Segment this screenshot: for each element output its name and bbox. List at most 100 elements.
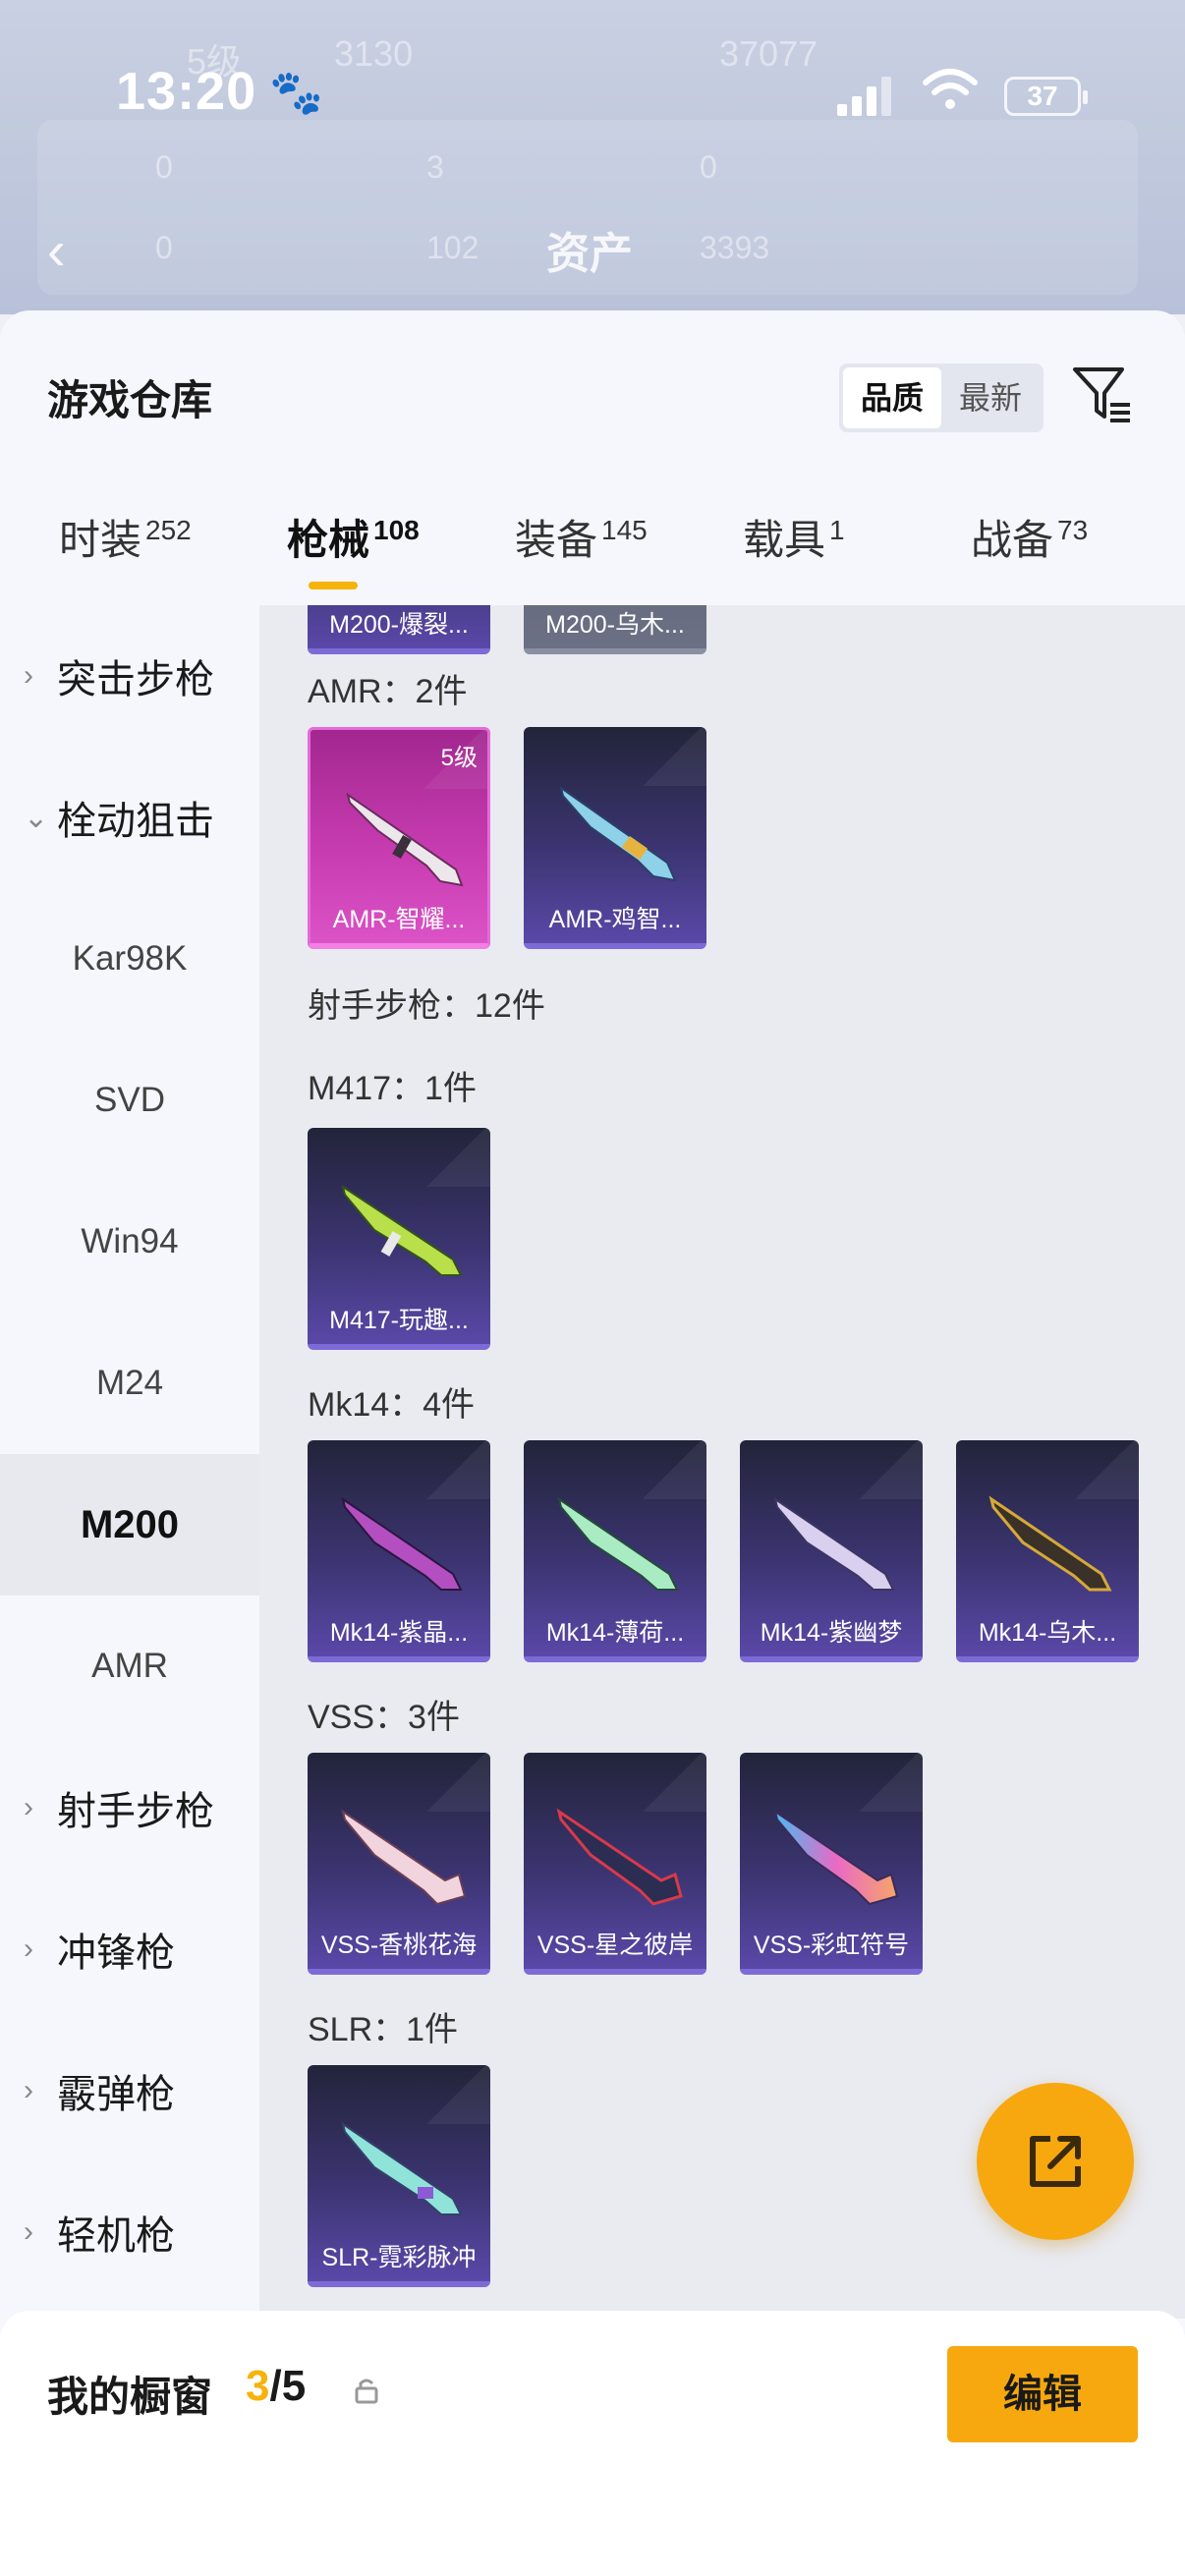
gun-icon (557, 1496, 679, 1591)
section-label-vss: VSS：3件 (308, 1699, 460, 1736)
weapon-card[interactable]: Mk14-乌木... (956, 1440, 1139, 1662)
chevron-right-icon: › (24, 1932, 33, 1965)
weapon-card-name: M417-玩趣... (329, 1307, 469, 1334)
share-icon (1030, 2136, 1081, 2187)
active-tab-indicator (309, 582, 358, 589)
weapon-card[interactable]: AMR-鸡智... (524, 727, 706, 949)
ghost-text: 102 (426, 230, 480, 265)
weapon-card-name: VSS-香桃花海 (320, 1932, 478, 1959)
showcase-total: /5 (269, 2362, 307, 2410)
chevron-down-icon: ⌄ (24, 801, 49, 834)
sidebar-item-label: 轻机枪 (57, 2214, 175, 2258)
weapon-card[interactable]: Mk14-紫晶... (308, 1440, 490, 1662)
category-tabs: 时装 252 枪械 108 装备 145 载具 1 战备 73 (0, 497, 1185, 605)
weapon-card-name: VSS-星之彼岸 (536, 1932, 694, 1959)
showcase-label: 我的橱窗 (47, 2374, 213, 2420)
sidebar-item-win94[interactable]: Win94 (0, 1171, 259, 1313)
ghost-text: 3130 (334, 33, 414, 74)
sidebar-item-m24[interactable]: M24 (0, 1313, 259, 1454)
gun-icon (988, 1495, 1112, 1592)
gun-icon (559, 785, 677, 882)
tab-label: 装备 (515, 517, 598, 563)
sidebar-item-assault-rifle[interactable]: › 突击步枪 (0, 605, 259, 747)
weapon-grid: M200-爆裂... M200-乌木... AMR：2件 5级 AMR-智耀..… (259, 605, 1185, 2319)
sidebar-item-svd[interactable]: SVD (0, 1030, 259, 1171)
gun-icon (341, 1809, 467, 1906)
sidebar-item-marksman-rifle[interactable]: › 射手步枪 (0, 1737, 259, 1878)
tab-label: 载具 (743, 517, 826, 563)
ghost-text: 3393 (700, 230, 770, 265)
weapon-card[interactable]: M200-爆裂... (308, 605, 490, 654)
sidebar-item-kar98k[interactable]: Kar98K (0, 888, 259, 1030)
tab-count: 145 (601, 515, 648, 545)
weapon-card[interactable]: Mk14-紫幽梦 (740, 1440, 923, 1662)
warehouse-sheet: 游戏仓库 品质 最新 时装 252 枪械 108 装备 145 载具 1 战备 73 › … (0, 310, 1185, 2576)
weapon-card-name: Mk14-紫晶... (329, 1619, 469, 1647)
sidebar-item-amr[interactable]: AMR (0, 1596, 259, 1737)
chevron-right-icon: › (24, 1791, 33, 1823)
showcase-bar: 我的橱窗 3/5 编辑 (0, 2311, 1185, 2576)
weapon-card-name: Mk14-乌木... (978, 1619, 1117, 1647)
weapon-card[interactable]: VSS-彩虹符号 (740, 1753, 923, 1975)
filter-icon[interactable] (1071, 364, 1134, 426)
weapon-type-sidebar: › 突击步枪 ⌄ 栓动狙击 Kar98K SVD Win94 M24 M200 … (0, 605, 259, 2319)
lock-icon (355, 2379, 378, 2404)
gun-icon (773, 1809, 899, 1906)
weapon-card[interactable]: VSS-香桃花海 (308, 1753, 490, 1975)
sidebar-item-label: 突击步枪 (57, 658, 214, 701)
tab-vehicles[interactable]: 载具 1 (743, 507, 845, 615)
weapon-card-name: Mk14-紫幽梦 (760, 1619, 903, 1647)
tab-fashion[interactable]: 时装 252 (59, 507, 192, 615)
weapon-card-name: M200-乌木... (545, 611, 685, 639)
section-label-mk14: Mk14：4件 (308, 1386, 476, 1424)
gun-icon (341, 2121, 463, 2215)
back-icon[interactable]: ‹ (47, 218, 66, 282)
sidebar-item-bolt-sniper[interactable]: ⌄ 栓动狙击 (0, 747, 259, 888)
tab-combat-gear[interactable]: 战备 73 (971, 507, 1088, 615)
ghost-text: 37077 (719, 33, 818, 74)
tab-count: 108 (373, 515, 420, 545)
weapon-card[interactable]: SLR-霓彩脉冲 (308, 2065, 490, 2287)
sidebar-item-shotgun[interactable]: › 霰弹枪 (0, 2020, 259, 2161)
ghost-text: 0 (700, 149, 717, 185)
sidebar-item-label: 射手步枪 (57, 1790, 214, 1833)
tab-firearms[interactable]: 枪械 108 (287, 507, 420, 615)
weapon-card-name: AMR-智耀... (332, 906, 466, 933)
tab-label: 时装 (59, 517, 142, 563)
weapon-card-name: SLR-霓彩脉冲 (321, 2244, 477, 2271)
edit-button[interactable]: 编辑 (947, 2346, 1138, 2442)
gun-icon (341, 1496, 463, 1591)
tab-label: 枪械 (287, 517, 370, 563)
weapon-card[interactable]: M417-玩趣... (308, 1128, 490, 1350)
battery-indicator: 37 (1004, 77, 1088, 116)
weapon-card[interactable]: Mk14-薄荷... (524, 1440, 706, 1662)
sidebar-item-smg[interactable]: › 冲锋枪 (0, 1878, 259, 2020)
sidebar-item-label: 霰弹枪 (57, 2073, 175, 2116)
weapon-card-name: AMR-鸡智... (548, 906, 682, 933)
sidebar-item-label: 冲锋枪 (57, 1932, 175, 1975)
background-header: 5级 3130 37077 13:20 🐾 37 0 3 0 0 102 339… (0, 0, 1185, 314)
gun-icon (341, 1184, 463, 1276)
signal-icon (837, 77, 892, 116)
paw-icon: 🐾 (269, 69, 323, 117)
weapon-card[interactable]: VSS-星之彼岸 (524, 1753, 706, 1975)
gun-icon (346, 792, 464, 887)
showcase-count: 3/5 (246, 2362, 306, 2411)
share-button[interactable] (977, 2083, 1134, 2240)
sort-toggle: 品质 最新 (839, 364, 1044, 432)
section-label-amr: AMR：2件 (308, 673, 468, 710)
sidebar-item-lmg[interactable]: › 轻机枪 (0, 2161, 259, 2303)
weapon-card-name: VSS-彩虹符号 (753, 1932, 910, 1959)
tab-equipment[interactable]: 装备 145 (515, 507, 648, 615)
sort-option-newest[interactable]: 最新 (941, 367, 1040, 428)
showcase-current: 3 (246, 2362, 270, 2410)
ghost-text: 0 (155, 230, 173, 265)
weapon-card[interactable]: M200-乌木... (524, 605, 706, 654)
weapon-card-name: Mk14-薄荷... (545, 1619, 685, 1647)
tab-count: 73 (1057, 515, 1089, 545)
weapon-card[interactable]: 5级 AMR-智耀... (308, 727, 490, 949)
sidebar-item-m200[interactable]: M200 (0, 1454, 259, 1596)
section-label-slr: SLR：1件 (308, 2011, 459, 2048)
sort-option-quality[interactable]: 品质 (843, 367, 941, 428)
weapon-card-name: M200-爆裂... (329, 611, 469, 639)
